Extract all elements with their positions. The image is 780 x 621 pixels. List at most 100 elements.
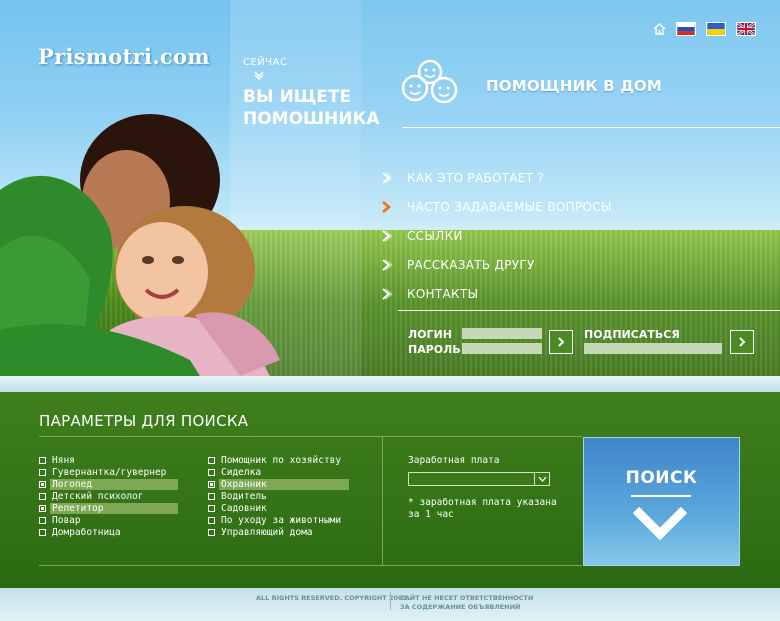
category-checkbox[interactable]: По уходу за животными	[208, 514, 349, 526]
now-label: СЕЙЧАС	[243, 57, 288, 68]
salary-note: * заработная плата указана за 1 час	[408, 497, 557, 520]
checkbox-icon[interactable]	[208, 504, 215, 512]
category-label: Водитель	[221, 490, 267, 502]
search-button-label: ПОИСК	[625, 468, 698, 488]
copyright-text: ALL RIGHTS RESERVED. COPYRIGHT 2005.	[256, 594, 410, 602]
nav-item-label: ССЫЛКИ	[407, 228, 463, 243]
category-checkbox[interactable]: Помощник по хозяйству	[208, 454, 349, 466]
checkbox-icon[interactable]	[208, 528, 215, 536]
category-checkbox[interactable]: Домработница	[39, 526, 178, 538]
chevron-right-icon	[558, 337, 565, 347]
search-title: ПАРАМЕТРЫ ДЛЯ ПОИСКА	[39, 412, 249, 430]
nav-item-label: КОНТАКТЫ	[407, 286, 479, 301]
category-checkbox[interactable]: Водитель	[208, 490, 349, 502]
subscribe-label: ПОДПИСАТЬСЯ	[584, 328, 680, 341]
heading-line-1: ВЫ ИЩЕТЕ	[243, 87, 352, 107]
divider	[402, 127, 780, 128]
salary-select[interactable]	[408, 472, 550, 486]
chevron-down-icon[interactable]	[534, 473, 549, 485]
checkbox-icon[interactable]	[208, 480, 215, 488]
category-column-2: Помощник по хозяйству Сиделка Охранник В…	[208, 454, 349, 538]
chevron-right-icon	[382, 258, 393, 271]
checkbox-icon[interactable]	[39, 468, 46, 476]
site-logo[interactable]: Prismotri.com	[38, 44, 210, 69]
divider	[631, 495, 691, 497]
page-heading: ВЫ ИЩЕТЕ ПОМОШНИКА	[243, 86, 380, 130]
main-nav: КАК ЭТО РАБОТАЕТ ? ЧАСТО ЗАДАВАЕМЫЕ ВОПР…	[380, 163, 612, 308]
checkbox-icon[interactable]	[39, 492, 46, 500]
divider	[382, 436, 383, 566]
nav-item-label: РАССКАЗАТЬ ДРУГУ	[407, 257, 535, 272]
category-checkbox[interactable]: Логопед	[39, 478, 178, 490]
subscribe-input[interactable]	[584, 343, 722, 354]
smiley-faces-icon	[401, 59, 458, 104]
category-label: Детский психолог	[52, 490, 144, 502]
chevron-right-icon	[382, 287, 393, 300]
checkbox-icon[interactable]	[208, 468, 215, 476]
heading-line-2: ПОМОШНИКА	[243, 109, 380, 129]
chevron-right-icon	[382, 229, 393, 242]
category-label: Няня	[52, 454, 75, 466]
disclaimer-text: САЙТ НЕ НЕСЕТ ОТВЕТСТВЕННОСТИ ЗА СОДЕРЖА…	[400, 594, 533, 612]
password-label: ПАРОЛЬ	[408, 343, 461, 356]
category-label: Домработница	[52, 526, 121, 538]
category-column-1: Няня Гувернантка/гувернер Логопед Детски…	[39, 454, 178, 538]
password-input[interactable]	[462, 343, 542, 354]
nav-item-contacts[interactable]: КОНТАКТЫ	[380, 279, 612, 308]
checkbox-icon[interactable]	[39, 456, 46, 464]
category-label: Логопед	[50, 478, 178, 490]
chevron-right-icon	[739, 337, 746, 347]
nav-item-tell-friend[interactable]: РАССКАЗАТЬ ДРУГУ	[380, 250, 612, 279]
category-checkbox[interactable]: Повар	[39, 514, 178, 526]
checkbox-icon[interactable]	[39, 516, 46, 524]
category-checkbox[interactable]: Гувернантка/гувернер	[39, 466, 178, 478]
category-label: Сиделка	[221, 466, 262, 478]
category-checkbox[interactable]: Управляющий дома	[208, 526, 349, 538]
checkbox-icon[interactable]	[208, 516, 215, 524]
category-checkbox[interactable]: Репетитор	[39, 502, 178, 514]
checkbox-icon[interactable]	[208, 456, 215, 464]
category-label: Садовник	[221, 502, 267, 514]
category-label: Управляющий дома	[221, 526, 313, 538]
divider	[390, 592, 391, 610]
category-checkbox[interactable]: Няня	[39, 454, 178, 466]
chevron-right-icon	[382, 200, 391, 213]
category-label: Помощник по хозяйству	[221, 454, 342, 466]
home-icon[interactable]	[653, 23, 666, 35]
category-checkbox[interactable]: Охранник	[208, 478, 349, 490]
subscribe-submit-button[interactable]	[730, 330, 754, 354]
checkbox-icon[interactable]	[39, 480, 46, 488]
divider	[398, 310, 780, 311]
category-checkbox[interactable]: Детский психолог	[39, 490, 178, 502]
nav-item-how-it-works[interactable]: КАК ЭТО РАБОТАЕТ ?	[380, 163, 612, 192]
chevron-down-icon	[254, 71, 264, 80]
login-input[interactable]	[462, 328, 542, 339]
checkbox-icon[interactable]	[39, 528, 46, 536]
login-submit-button[interactable]	[549, 330, 573, 354]
category-checkbox[interactable]: Садовник	[208, 502, 349, 514]
category-checkbox[interactable]: Сиделка	[208, 466, 349, 478]
nav-item-label: ЧАСТО ЗАДАВАЕМЫЕ ВОПРОСЫ	[407, 199, 612, 214]
chevron-down-icon	[632, 506, 688, 541]
login-label: ЛОГИН	[408, 328, 452, 341]
flag-uk-icon[interactable]	[736, 22, 756, 36]
disclaimer-line-2: ЗА СОДЕРЖАНИЕ ОБЪЯВЛЕНИЙ	[400, 603, 521, 611]
divider	[39, 565, 582, 566]
chevron-right-icon	[382, 171, 393, 184]
nav-item-faq[interactable]: ЧАСТО ЗАДАВАЕМЫЕ ВОПРОСЫ	[380, 192, 612, 221]
search-button[interactable]: ПОИСК	[583, 437, 740, 566]
separator-band	[0, 376, 780, 392]
flag-ru-icon[interactable]	[676, 22, 696, 36]
category-label: Повар	[52, 514, 81, 526]
flag-ua-icon[interactable]	[706, 22, 726, 36]
nav-item-label: КАК ЭТО РАБОТАЕТ ?	[407, 170, 545, 185]
tagline: ПОМОЩНИК В ДОМ	[486, 77, 662, 95]
divider	[39, 436, 582, 437]
language-bar	[653, 22, 756, 36]
category-label: Охранник	[219, 478, 349, 490]
checkbox-icon[interactable]	[39, 504, 46, 512]
nav-item-links[interactable]: ССЫЛКИ	[380, 221, 612, 250]
hero-banner: Prismotri.com СЕЙЧАС ВЫ ИЩЕТЕ ПОМОШНИКА	[0, 0, 780, 376]
checkbox-icon[interactable]	[208, 492, 215, 500]
category-label: Гувернантка/гувернер	[52, 466, 167, 478]
